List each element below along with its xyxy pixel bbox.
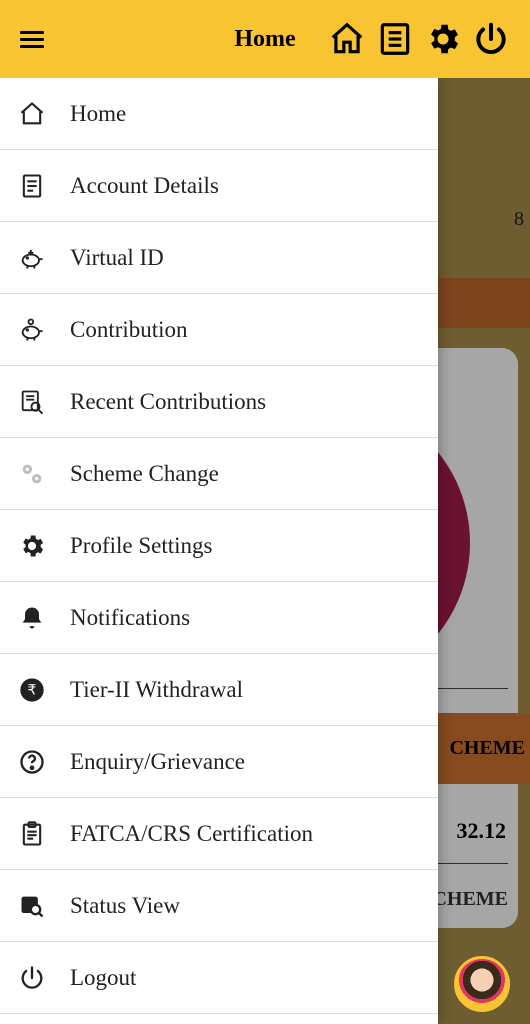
menu-item-notifications[interactable]: Notifications <box>0 582 438 654</box>
gear-icon <box>16 530 48 562</box>
menu-item-home[interactable]: Home <box>0 78 438 150</box>
piggy-bank-icon <box>16 314 48 346</box>
menu-item-fatca-crs[interactable]: FATCA/CRS Certification <box>0 798 438 870</box>
top-bar: Home <box>0 0 530 78</box>
gears-icon <box>16 458 48 490</box>
menu-item-contribution[interactable]: Contribution <box>0 294 438 366</box>
menu-item-tier-ii-withdrawal[interactable]: ₹ Tier-II Withdrawal <box>0 654 438 726</box>
bell-icon <box>16 602 48 634</box>
menu-label: Virtual ID <box>70 245 164 271</box>
menu-label: Profile Settings <box>70 533 212 559</box>
avatar-badge[interactable] <box>454 956 510 1012</box>
menu-label: Notifications <box>70 605 190 631</box>
menu-toggle-icon[interactable] <box>20 27 44 52</box>
menu-label: Status View <box>70 893 180 919</box>
menu-label: Scheme Change <box>70 461 219 487</box>
menu-item-scheme-change[interactable]: Scheme Change <box>0 438 438 510</box>
menu-label: FATCA/CRS Certification <box>70 821 313 847</box>
search-document-icon <box>16 386 48 418</box>
document-icon[interactable] <box>376 20 414 58</box>
menu-label: Tier-II Withdrawal <box>70 677 243 703</box>
menu-item-logout[interactable]: Logout <box>0 942 438 1014</box>
top-bar-actions <box>328 20 510 58</box>
side-drawer: Home Account Details Virtual ID Contribu… <box>0 78 438 1024</box>
rupee-circle-icon: ₹ <box>16 674 48 706</box>
document-icon <box>16 170 48 202</box>
menu-label: Recent Contributions <box>70 389 266 415</box>
menu-label: Home <box>70 101 126 127</box>
menu-label: Contribution <box>70 317 188 343</box>
menu-item-profile-settings[interactable]: Profile Settings <box>0 510 438 582</box>
menu-item-recent-contributions[interactable]: Recent Contributions <box>0 366 438 438</box>
settings-gear-icon[interactable] <box>424 20 462 58</box>
menu-label: Logout <box>70 965 136 991</box>
home-icon <box>16 98 48 130</box>
page-title: Home <box>234 26 295 53</box>
svg-text:₹: ₹ <box>28 681 37 697</box>
power-icon <box>16 962 48 994</box>
clipboard-icon <box>16 818 48 850</box>
menu-item-enquiry-grievance[interactable]: Enquiry/Grievance <box>0 726 438 798</box>
piggy-bank-in-icon <box>16 242 48 274</box>
help-circle-icon <box>16 746 48 778</box>
menu-item-virtual-id[interactable]: Virtual ID <box>0 222 438 294</box>
menu-label: Enquiry/Grievance <box>70 749 245 775</box>
menu-item-status-view[interactable]: Status View <box>0 870 438 942</box>
power-icon[interactable] <box>472 20 510 58</box>
menu-label: Account Details <box>70 173 219 199</box>
menu-item-account-details[interactable]: Account Details <box>0 150 438 222</box>
home-icon[interactable] <box>328 20 366 58</box>
search-page-icon <box>16 890 48 922</box>
